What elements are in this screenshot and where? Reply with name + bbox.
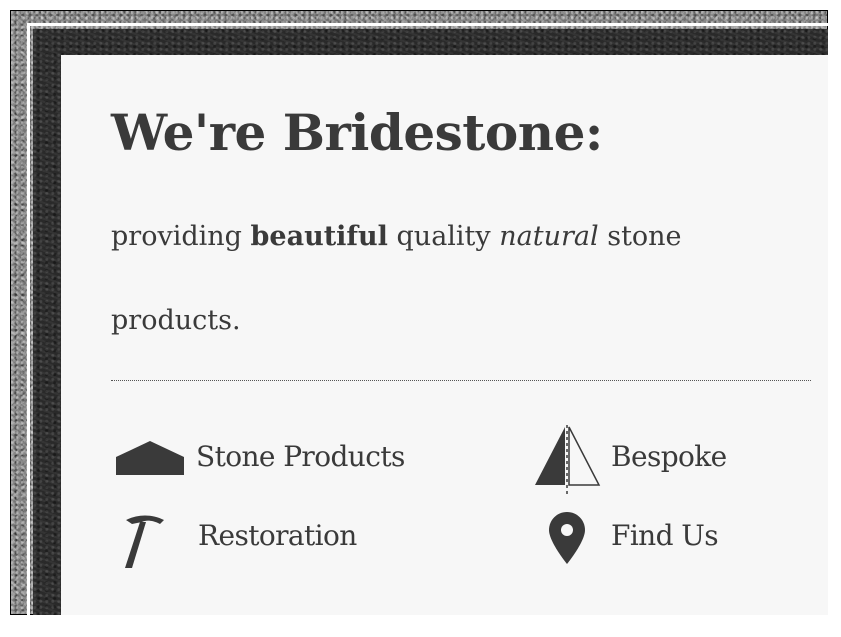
content-panel: We're Bridestone: providing beautiful qu… <box>61 55 828 615</box>
nav-link-restoration[interactable]: Restoration <box>116 510 456 570</box>
nav-label-bespoke: Bespoke <box>611 440 727 473</box>
page-title: We're Bridestone: <box>111 103 603 162</box>
tagline: providing beautiful quality natural ston… <box>111 195 771 363</box>
tagline-text: providing <box>111 221 251 252</box>
nav-label-stone-products: Stone Products <box>196 440 405 473</box>
nav-link-stone-products[interactable]: Stone Products <box>116 435 456 479</box>
page: We're Bridestone: providing beautiful qu… <box>0 0 841 637</box>
map-pin-icon <box>531 510 607 564</box>
stone-products-icon <box>116 435 192 479</box>
tagline-italic-text: natural <box>499 221 599 252</box>
nav-label-find-us: Find Us <box>611 519 719 552</box>
hammer-icon <box>116 510 192 568</box>
nav-label-restoration: Restoration <box>198 519 357 552</box>
nav-link-bespoke[interactable]: Bespoke <box>531 425 791 495</box>
nav-link-find-us[interactable]: Find Us <box>531 510 791 570</box>
bespoke-icon <box>531 425 607 495</box>
dotted-divider <box>111 380 811 381</box>
tagline-text-middle: quality <box>387 221 500 252</box>
tagline-bold-text: beautiful <box>250 221 388 252</box>
